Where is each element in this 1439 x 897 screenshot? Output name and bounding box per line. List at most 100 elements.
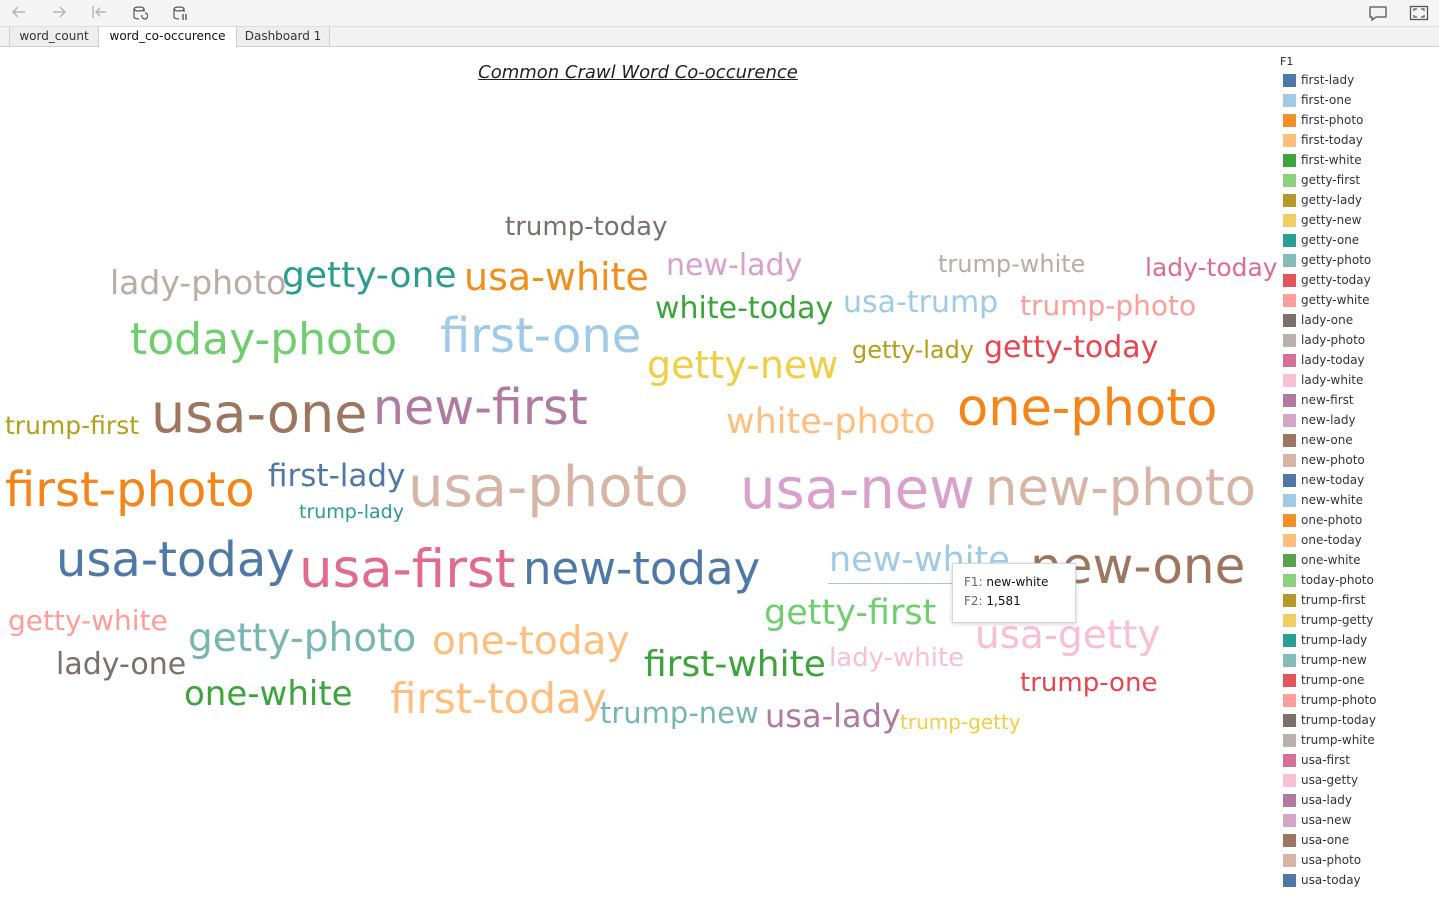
tab-dashboard-1[interactable]: Dashboard 1 bbox=[236, 27, 330, 46]
word-usa-lady[interactable]: usa-lady bbox=[765, 700, 901, 732]
word-one-today[interactable]: one-today bbox=[432, 622, 630, 661]
legend-item-new-lady[interactable]: new-lady bbox=[1283, 414, 1356, 428]
word-usa-first[interactable]: usa-first bbox=[299, 543, 515, 596]
legend-item-new-white[interactable]: new-white bbox=[1283, 494, 1363, 508]
legend-item-trump-new[interactable]: trump-new bbox=[1283, 654, 1367, 668]
word-trump-one[interactable]: trump-one bbox=[1020, 670, 1157, 696]
legend-item-usa-today[interactable]: usa-today bbox=[1283, 874, 1361, 888]
word-lady-white[interactable]: lady-white bbox=[829, 645, 964, 671]
legend-item-trump-first[interactable]: trump-first bbox=[1283, 594, 1365, 608]
legend-item-lady-today[interactable]: lady-today bbox=[1283, 354, 1365, 368]
word-getty-lady[interactable]: getty-lady bbox=[852, 338, 974, 362]
word-getty-first[interactable]: getty-first bbox=[764, 596, 936, 631]
word-first-photo[interactable]: first-photo bbox=[5, 466, 255, 514]
legend-label: usa-one bbox=[1301, 833, 1350, 847]
legend-label: getty-white bbox=[1301, 293, 1370, 307]
word-usa-today[interactable]: usa-today bbox=[56, 536, 295, 584]
legend-item-usa-getty[interactable]: usa-getty bbox=[1283, 774, 1358, 788]
revert-icon[interactable] bbox=[88, 3, 110, 23]
word-usa-one[interactable]: usa-one bbox=[151, 387, 367, 441]
word-lady-today[interactable]: lady-today bbox=[1145, 255, 1278, 280]
legend-item-first-photo[interactable]: first-photo bbox=[1283, 114, 1363, 128]
word-trump-photo[interactable]: trump-photo bbox=[1020, 292, 1196, 320]
word-new-lady[interactable]: new-lady bbox=[666, 251, 802, 281]
word-new-first[interactable]: new-first bbox=[373, 383, 588, 432]
forward-icon[interactable] bbox=[48, 3, 70, 23]
legend-item-getty-photo[interactable]: getty-photo bbox=[1283, 254, 1371, 268]
legend-item-lady-photo[interactable]: lady-photo bbox=[1283, 334, 1365, 348]
word-getty-new[interactable]: getty-new bbox=[647, 346, 838, 384]
legend-item-usa-first[interactable]: usa-first bbox=[1283, 754, 1350, 768]
legend-item-usa-photo[interactable]: usa-photo bbox=[1283, 854, 1361, 868]
legend-item-today-photo[interactable]: today-photo bbox=[1283, 574, 1374, 588]
word-usa-new[interactable]: usa-new bbox=[740, 462, 975, 518]
legend-item-one-photo[interactable]: one-photo bbox=[1283, 514, 1362, 528]
word-first-white[interactable]: first-white bbox=[644, 647, 826, 683]
legend-label: trump-white bbox=[1301, 733, 1375, 747]
word-getty-one[interactable]: getty-one bbox=[282, 258, 457, 294]
legend-item-first-one[interactable]: first-one bbox=[1283, 94, 1351, 108]
refresh-icon[interactable] bbox=[129, 3, 151, 23]
legend-item-trump-getty[interactable]: trump-getty bbox=[1283, 614, 1373, 628]
word-usa-trump[interactable]: usa-trump bbox=[843, 288, 998, 318]
legend-swatch bbox=[1283, 834, 1296, 847]
comment-icon[interactable] bbox=[1367, 3, 1389, 23]
legend-item-trump-today[interactable]: trump-today bbox=[1283, 714, 1376, 728]
word-today-photo[interactable]: today-photo bbox=[130, 318, 397, 362]
word-trump-new[interactable]: trump-new bbox=[600, 699, 759, 728]
pause-updates-icon[interactable] bbox=[169, 3, 191, 23]
legend-item-usa-one[interactable]: usa-one bbox=[1283, 834, 1349, 848]
legend-item-first-white[interactable]: first-white bbox=[1283, 154, 1362, 168]
word-trump-white[interactable]: trump-white bbox=[938, 252, 1085, 276]
word-usa-white[interactable]: usa-white bbox=[464, 258, 649, 296]
legend-item-getty-one[interactable]: getty-one bbox=[1283, 234, 1359, 248]
word-first-lady[interactable]: first-lady bbox=[268, 461, 405, 492]
legend-item-getty-new[interactable]: getty-new bbox=[1283, 214, 1361, 228]
legend-item-getty-first[interactable]: getty-first bbox=[1283, 174, 1360, 188]
word-trump-today[interactable]: trump-today bbox=[505, 214, 668, 240]
fullscreen-icon[interactable] bbox=[1408, 3, 1430, 23]
word-white-today[interactable]: white-today bbox=[655, 294, 833, 324]
legend-item-lady-white[interactable]: lady-white bbox=[1283, 374, 1363, 388]
legend-item-getty-lady[interactable]: getty-lady bbox=[1283, 194, 1362, 208]
legend-swatch bbox=[1283, 94, 1296, 107]
word-lady-photo[interactable]: lady-photo bbox=[110, 266, 286, 299]
legend-item-new-one[interactable]: new-one bbox=[1283, 434, 1353, 448]
legend-item-lady-one[interactable]: lady-one bbox=[1283, 314, 1353, 328]
legend-item-one-white[interactable]: one-white bbox=[1283, 554, 1361, 568]
legend-item-trump-photo[interactable]: trump-photo bbox=[1283, 694, 1377, 708]
word-first-one[interactable]: first-one bbox=[440, 312, 641, 360]
word-new-today[interactable]: new-today bbox=[523, 546, 760, 591]
word-getty-white[interactable]: getty-white bbox=[8, 607, 168, 635]
legend-item-trump-lady[interactable]: trump-lady bbox=[1283, 634, 1367, 648]
tab-word-co-occurence[interactable]: word_co-occurence bbox=[98, 27, 237, 47]
legend-label: trump-today bbox=[1301, 713, 1376, 727]
word-usa-photo[interactable]: usa-photo bbox=[408, 460, 689, 516]
word-one-white[interactable]: one-white bbox=[184, 677, 353, 711]
legend-item-new-today[interactable]: new-today bbox=[1283, 474, 1364, 488]
word-trump-lady[interactable]: trump-lady bbox=[299, 503, 404, 522]
word-first-today[interactable]: first-today bbox=[390, 678, 607, 720]
word-getty-photo[interactable]: getty-photo bbox=[188, 619, 416, 658]
word-getty-today[interactable]: getty-today bbox=[984, 333, 1158, 363]
word-trump-getty[interactable]: trump-getty bbox=[900, 712, 1021, 732]
legend-item-trump-white[interactable]: trump-white bbox=[1283, 734, 1375, 748]
legend-item-usa-new[interactable]: usa-new bbox=[1283, 814, 1351, 828]
legend-item-new-first[interactable]: new-first bbox=[1283, 394, 1354, 408]
word-lady-one[interactable]: lady-one bbox=[56, 650, 186, 680]
back-icon[interactable] bbox=[8, 3, 30, 23]
tab-word-count[interactable]: word_count bbox=[9, 27, 99, 46]
legend-item-getty-today[interactable]: getty-today bbox=[1283, 274, 1371, 288]
legend-item-new-photo[interactable]: new-photo bbox=[1283, 454, 1365, 468]
word-new-photo[interactable]: new-photo bbox=[985, 463, 1256, 514]
legend-item-trump-one[interactable]: trump-one bbox=[1283, 674, 1364, 688]
legend-item-usa-lady[interactable]: usa-lady bbox=[1283, 794, 1352, 808]
legend-item-getty-white[interactable]: getty-white bbox=[1283, 294, 1369, 308]
legend-item-first-lady[interactable]: first-lady bbox=[1283, 74, 1354, 88]
legend-item-first-today[interactable]: first-today bbox=[1283, 134, 1363, 148]
word-one-photo[interactable]: one-photo bbox=[957, 383, 1217, 434]
legend-item-one-today[interactable]: one-today bbox=[1283, 534, 1362, 548]
word-white-photo[interactable]: white-photo bbox=[726, 405, 935, 440]
legend-label: first-photo bbox=[1301, 113, 1364, 127]
word-trump-first[interactable]: trump-first bbox=[5, 413, 139, 438]
